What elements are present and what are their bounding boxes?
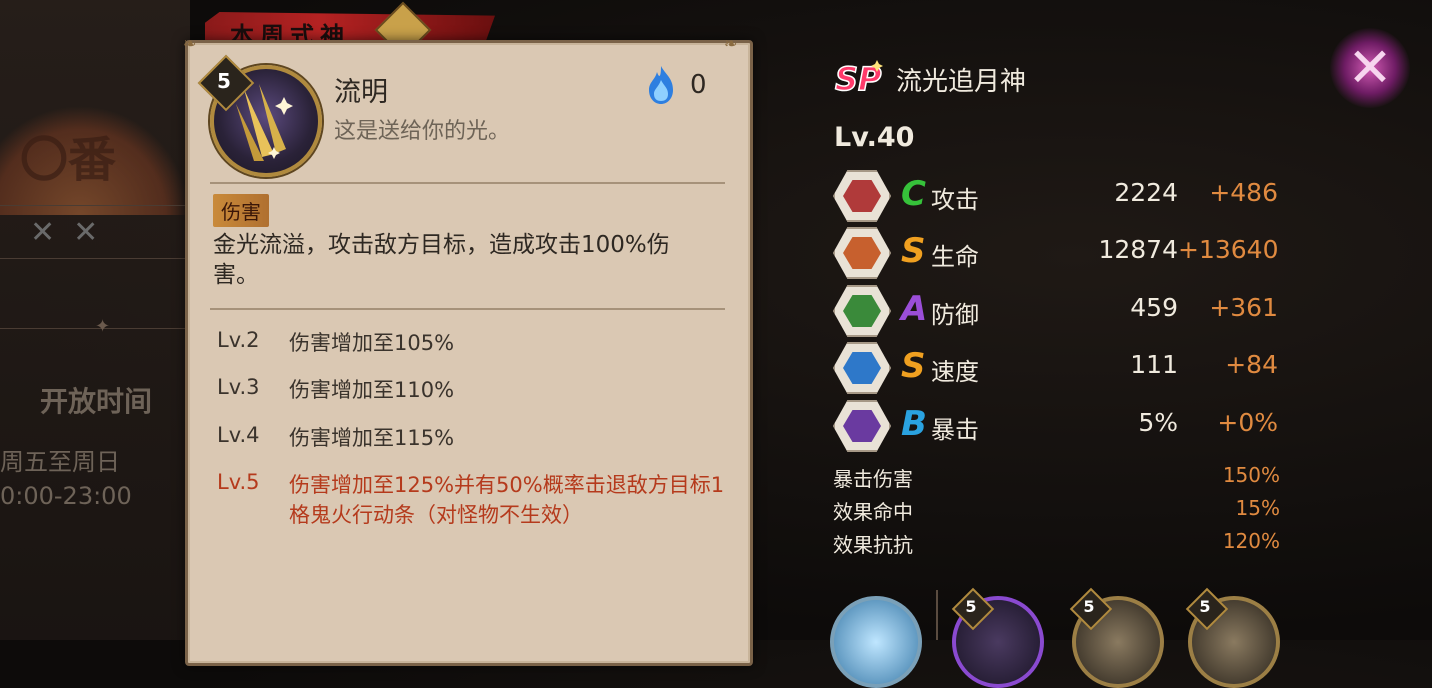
extra-stat-value: 15% bbox=[1235, 496, 1280, 520]
scroll-icon bbox=[833, 227, 891, 279]
stat-name: 生命 bbox=[931, 243, 979, 271]
stat-row-crit: B 暴击 5% +0% bbox=[833, 400, 1293, 452]
stat-grade: B bbox=[901, 404, 927, 444]
stat-bonus-value: +84 bbox=[1225, 350, 1278, 379]
upgrade-text: 伤害增加至105% bbox=[289, 331, 455, 355]
background-banner-text: 〇番 bbox=[20, 132, 117, 188]
skill-type-tag: 伤害 bbox=[213, 194, 269, 227]
stat-name: 攻击 bbox=[931, 186, 979, 214]
shikigami-name: 流光追月神 bbox=[896, 67, 1027, 97]
background-ornament-icon: ✦ bbox=[95, 316, 111, 337]
portrait-level-text: 5 bbox=[965, 597, 977, 616]
stat-base-value: 111 bbox=[1130, 350, 1178, 379]
open-time-days: 周五至周日 bbox=[0, 448, 120, 476]
extra-stat-name: 暴击伤害 bbox=[833, 467, 913, 491]
panel-corner-ornament-icon: ❧ bbox=[724, 34, 738, 53]
stat-name: 防御 bbox=[931, 301, 979, 329]
panel-divider bbox=[210, 182, 725, 184]
upgrade-level: Lv.4 bbox=[217, 423, 260, 447]
extra-stat-value: 120% bbox=[1222, 529, 1280, 553]
upgrade-level: Lv.5 bbox=[217, 470, 260, 494]
skill-description: 金光流溢，攻击敌方目标，造成攻击100%伤害。 bbox=[213, 232, 670, 288]
open-time-title: 开放时间 bbox=[40, 385, 153, 418]
ghost-fire-icon bbox=[649, 66, 673, 104]
extra-stat-row: 效果抗抗 120% bbox=[833, 529, 1280, 559]
extra-stat-name: 效果抗抗 bbox=[833, 533, 913, 557]
skill-name: 流明 bbox=[334, 77, 388, 108]
portrait-level-text: 5 bbox=[1199, 597, 1211, 616]
stat-base-value: 5% bbox=[1138, 408, 1178, 437]
stat-row-defense: A 防御 459 +361 bbox=[833, 285, 1293, 337]
upgrade-level: Lv.3 bbox=[217, 375, 260, 399]
stat-grade: S bbox=[901, 231, 926, 271]
open-time-hours: 0:00-23:00 bbox=[0, 482, 132, 510]
stat-bonus-value: +486 bbox=[1209, 178, 1278, 207]
stat-bonus-value: +0% bbox=[1217, 408, 1278, 437]
stat-grade: C bbox=[901, 174, 926, 214]
extra-stat-row: 暴击伤害 150% bbox=[833, 463, 1280, 493]
stat-bonus-value: +13640 bbox=[1178, 235, 1279, 264]
extra-stat-value: 150% bbox=[1222, 463, 1280, 487]
arrow-icon bbox=[833, 342, 891, 394]
talisman-icon bbox=[833, 400, 891, 452]
skill-quote: 这是送给你的光。 bbox=[334, 119, 511, 144]
stat-name: 暴击 bbox=[931, 416, 979, 444]
panel-divider bbox=[210, 308, 725, 310]
portrait-level-text: 5 bbox=[1083, 597, 1095, 616]
background-divider bbox=[0, 258, 190, 259]
stat-row-speed: S 速度 111 +84 bbox=[833, 342, 1293, 394]
armor-icon bbox=[833, 285, 891, 337]
upgrade-level: Lv.2 bbox=[217, 328, 260, 352]
upgrade-text: 伤害增加至110% bbox=[289, 378, 455, 402]
close-button[interactable]: ✕ bbox=[1330, 28, 1410, 108]
stat-grade: A bbox=[901, 289, 928, 329]
stat-bonus-value: +361 bbox=[1209, 293, 1278, 322]
stat-row-attack: C 攻击 2224 +486 bbox=[833, 170, 1293, 222]
stat-base-value: 12874 bbox=[1098, 235, 1178, 264]
background-divider bbox=[0, 205, 190, 206]
shikigami-portrait-1[interactable] bbox=[830, 596, 922, 688]
stat-name: 速度 bbox=[931, 358, 979, 386]
ghost-fire-cost: 0 bbox=[690, 70, 707, 100]
sp-rarity-icon: SP bbox=[834, 59, 883, 98]
portrait-separator bbox=[936, 590, 938, 640]
upgrade-text: 伤害增加至115% bbox=[289, 426, 455, 450]
extra-stat-name: 效果命中 bbox=[833, 500, 913, 524]
shikigami-level: Lv.40 bbox=[834, 122, 915, 153]
stat-grade: S bbox=[901, 346, 926, 386]
stat-row-hp: S 生命 12874 +13640 bbox=[833, 227, 1293, 279]
extra-stat-row: 效果命中 15% bbox=[833, 496, 1280, 526]
stat-base-value: 459 bbox=[1130, 293, 1178, 322]
stat-base-value: 2224 bbox=[1114, 178, 1178, 207]
close-icon: ✕ bbox=[1347, 36, 1393, 99]
skill-level-text: 5 bbox=[217, 69, 231, 93]
fan-icon bbox=[833, 170, 891, 222]
panel-corner-ornament-icon: ❧ bbox=[183, 34, 197, 53]
upgrade-text: 伤害增加至125%并有50%概率击退敌方目标1格鬼火行动条（对怪物不生效） bbox=[289, 473, 725, 527]
background-x-marks: ✕✕ bbox=[30, 215, 117, 250]
